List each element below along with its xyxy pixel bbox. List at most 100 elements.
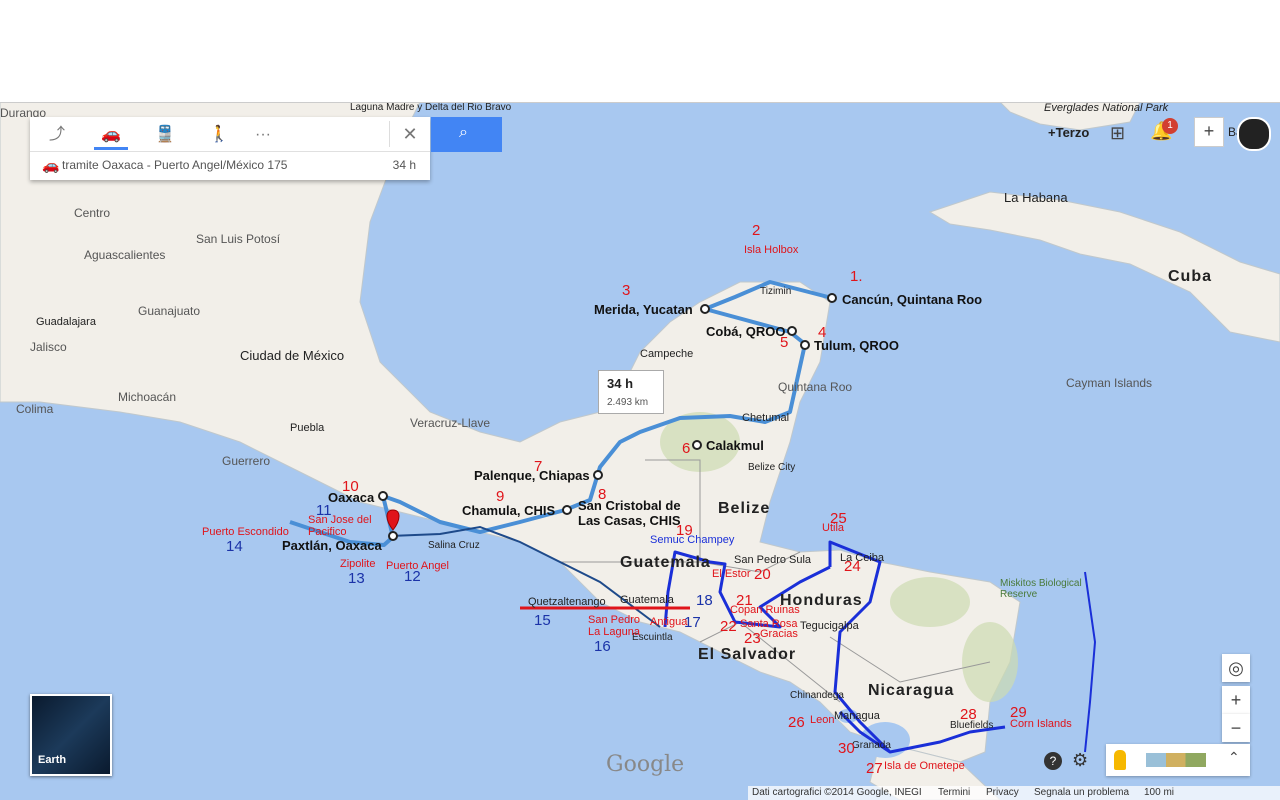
label-cayman: Cayman Islands bbox=[1066, 376, 1153, 390]
num-4: 4 bbox=[818, 324, 827, 341]
search-icon: ⌕ bbox=[459, 124, 468, 141]
bubble-duration: 34 h bbox=[607, 376, 634, 391]
directions-panel: ⤴ 🚗 🚆 🚶 ··· ✕ 🚗 tramite Oaxaca - Puerto … bbox=[30, 117, 430, 180]
share-add-button[interactable]: + bbox=[1194, 117, 1224, 147]
browser-chrome bbox=[0, 0, 1280, 103]
map-footer: Dati cartografici ©2014 Google, INEGI Te… bbox=[748, 786, 1280, 800]
car-icon[interactable]: 🚗 bbox=[94, 123, 128, 150]
label-san-luis: San Luis Potosí bbox=[196, 232, 281, 246]
waypoint-paxtlan[interactable]: Paxtlán, Oaxaca bbox=[282, 538, 382, 553]
num-5: 5 bbox=[780, 334, 789, 351]
num-23: 23 bbox=[744, 630, 761, 647]
help-icon[interactable]: ? bbox=[1044, 752, 1062, 770]
num-1: 1. bbox=[850, 268, 863, 285]
note-zipolite: Zipolite bbox=[340, 558, 376, 570]
label-quintana-roo: Quintana Roo bbox=[778, 380, 853, 394]
num-28: 28 bbox=[960, 706, 977, 723]
label-jalisco: Jalisco bbox=[30, 340, 67, 354]
route-duration: 34 h bbox=[392, 158, 416, 172]
train-icon[interactable]: 🚆 bbox=[148, 123, 182, 149]
note-san-pedro: San Pedro La Laguna bbox=[588, 614, 640, 638]
label-chetumal: Chetumal bbox=[742, 412, 790, 424]
num-13: 13 bbox=[348, 570, 365, 587]
waypoint-calakmul[interactable]: Calakmul bbox=[706, 438, 764, 453]
label-colima: Colima bbox=[16, 402, 54, 416]
imagery-thumbnails[interactable] bbox=[1146, 753, 1206, 767]
num-10: 10 bbox=[342, 478, 359, 495]
label-everglades: Everglades National Park bbox=[1044, 102, 1169, 114]
account-bar: +Terzo ⊞ 🔔 1 + Ba bbox=[1020, 117, 1280, 157]
label-belize-city: Belize City bbox=[748, 462, 796, 473]
zoom-out-button[interactable]: − bbox=[1222, 714, 1250, 742]
label-guatemala-city: Guatemala bbox=[620, 594, 674, 606]
num-22: 22 bbox=[720, 618, 737, 635]
num-6: 6 bbox=[682, 440, 691, 457]
label-belize: Belize bbox=[718, 500, 771, 517]
waypoint-cancun[interactable]: Cancún, Quintana Roo bbox=[842, 292, 982, 307]
label-la-habana: La Habana bbox=[1004, 190, 1068, 205]
map-graphics bbox=[0, 102, 1280, 800]
num-7: 7 bbox=[534, 458, 543, 475]
label-aguascalientes: Aguascalientes bbox=[84, 248, 166, 262]
label-cuba: Cuba bbox=[1168, 268, 1212, 285]
apps-grid-icon[interactable]: ⊞ bbox=[1110, 123, 1125, 144]
more-icon[interactable]: ··· bbox=[246, 123, 280, 149]
gear-icon[interactable]: ⚙ bbox=[1072, 750, 1088, 771]
waypoint-tulum[interactable]: Tulum, QROO bbox=[814, 338, 899, 353]
note-leon: Leon bbox=[810, 714, 835, 726]
num-27: 27 bbox=[866, 760, 883, 777]
my-location-icon[interactable]: ◎ bbox=[1222, 654, 1250, 682]
label-nicaragua: Nicaragua bbox=[868, 682, 955, 699]
waypoint-merida[interactable]: Merida, Yucatan bbox=[594, 302, 693, 317]
num-12: 12 bbox=[404, 568, 421, 585]
num-17: 17 bbox=[684, 614, 701, 631]
label-veracruz: Veracruz-Llave bbox=[410, 416, 491, 430]
chevron-up-icon[interactable]: ⌃ bbox=[1228, 749, 1240, 766]
label-guadalajara: Guadalajara bbox=[36, 316, 96, 328]
num-18: 18 bbox=[696, 592, 713, 609]
num-14: 14 bbox=[226, 538, 243, 555]
route-via: tramite Oaxaca - Puerto Angel/México 175 bbox=[62, 158, 288, 172]
avatar[interactable] bbox=[1237, 117, 1271, 151]
notification-badge: 1 bbox=[1162, 118, 1178, 134]
label-san-pedro-sula: San Pedro Sula bbox=[734, 554, 812, 566]
directions-icon[interactable]: ⤴ bbox=[40, 123, 74, 149]
map-copyright: Dati cartografici ©2014 Google, INEGI bbox=[752, 787, 922, 798]
google-logo: Google bbox=[606, 752, 685, 777]
close-button[interactable]: ✕ bbox=[389, 121, 422, 147]
label-guerrero: Guerrero bbox=[222, 454, 271, 468]
zoom-in-button[interactable]: + bbox=[1222, 686, 1250, 714]
waypoint-san-cristobal[interactable]: San Cristobal de Las Casas, CHIS bbox=[578, 498, 688, 528]
label-campeche: Campeche bbox=[640, 348, 694, 360]
report-problem-link[interactable]: Segnala un problema bbox=[1034, 787, 1129, 798]
pegman-icon[interactable] bbox=[1114, 750, 1126, 770]
layers-panel: ⌃ bbox=[1106, 744, 1250, 776]
waypoint-palenque[interactable]: Palenque, Chiapas bbox=[474, 468, 590, 483]
note-puerto-escondido: Puerto Escondido bbox=[202, 526, 289, 538]
route-duration-bubble[interactable]: 34 h 2.493 km bbox=[598, 370, 664, 414]
map-canvas[interactable]: Cuba Belize Guatemala Honduras El Salvad… bbox=[0, 102, 1280, 800]
plus-profile-link[interactable]: +Terzo bbox=[1048, 125, 1089, 140]
route-option[interactable]: 🚗 tramite Oaxaca - Puerto Angel/México 1… bbox=[30, 152, 430, 180]
label-centro: Centro bbox=[74, 206, 111, 220]
note-el-estor: El Estor bbox=[712, 568, 751, 580]
privacy-link[interactable]: Privacy bbox=[986, 787, 1019, 798]
label-salina-cruz: Salina Cruz bbox=[428, 540, 480, 551]
note-ometepe: Isla de Ometepe bbox=[884, 760, 965, 772]
num-26: 26 bbox=[788, 714, 805, 731]
waypoint-chamula[interactable]: Chamula, CHIS bbox=[462, 503, 555, 518]
label-tizimin: Tizimin bbox=[760, 286, 792, 297]
num-15: 15 bbox=[534, 612, 551, 629]
num-19: 19 bbox=[676, 522, 693, 539]
note-gracias: Gracias bbox=[760, 628, 798, 640]
earth-view-toggle[interactable]: Earth bbox=[30, 694, 112, 776]
label-ciudad-mexico: Ciudad de México bbox=[240, 348, 345, 363]
bubble-distance: 2.493 km bbox=[607, 397, 649, 408]
waypoint-coba[interactable]: Cobá, QROO bbox=[706, 324, 785, 339]
search-button[interactable]: ⌕ bbox=[431, 117, 502, 152]
num-11: 11 bbox=[316, 502, 332, 519]
walk-icon[interactable]: 🚶 bbox=[202, 123, 236, 149]
terms-link[interactable]: Termini bbox=[938, 787, 970, 798]
travel-mode-row: ⤴ 🚗 🚆 🚶 ··· ✕ bbox=[30, 117, 430, 152]
scale-label: 100 mi bbox=[1144, 787, 1175, 798]
